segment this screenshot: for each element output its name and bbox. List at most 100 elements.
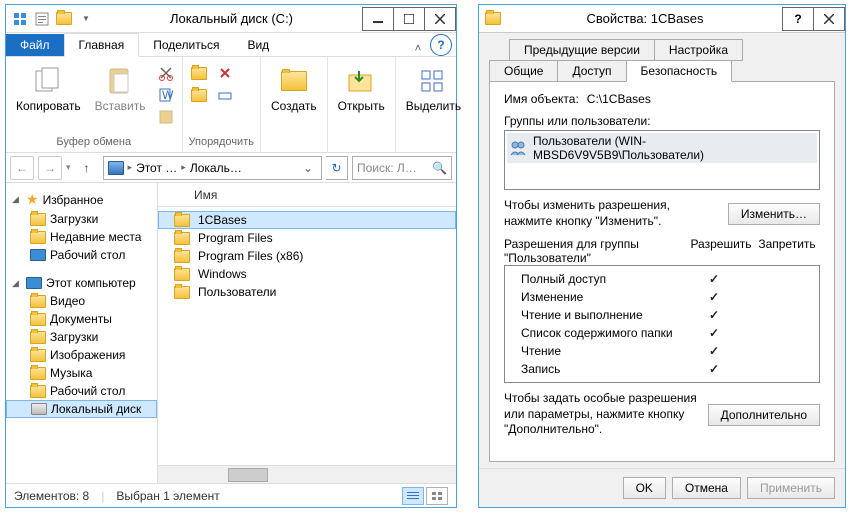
address-dropdown-icon[interactable]: ⌄ <box>299 161 317 175</box>
file-list-pane: Имя 1CBases Program Files Program Files … <box>158 183 456 483</box>
breadcrumb[interactable]: ▸ Этот … ▸ Локаль… ⌄ <box>103 156 322 180</box>
paste-button[interactable]: Вставить <box>91 63 150 115</box>
cut-icon[interactable] <box>156 63 176 83</box>
pc-icon <box>26 277 42 289</box>
properties-dialog: Свойства: 1CBases ? Предыдущие версии На… <box>478 4 846 508</box>
file-list[interactable]: 1CBases Program Files Program Files (x86… <box>158 207 456 465</box>
column-header-name[interactable]: Имя <box>158 183 456 207</box>
nav-favorites-header[interactable]: ◢★Избранное <box>6 189 157 210</box>
open-button[interactable]: Открыть <box>334 63 389 115</box>
user-entry[interactable]: Пользователи (WIN-MBSD6V9V5B9\Пользовате… <box>507 133 817 163</box>
folder-icon <box>30 349 46 362</box>
nav-recent[interactable]: Недавние места <box>6 228 157 246</box>
users-listbox[interactable]: Пользователи (WIN-MBSD6V9V5B9\Пользовате… <box>504 130 820 190</box>
copyto-icon[interactable] <box>189 85 209 105</box>
nav-downloads[interactable]: Загрузки <box>6 210 157 228</box>
nav-desktop[interactable]: Рабочий стол <box>6 246 157 264</box>
crumb-root[interactable]: Этот … <box>136 161 177 175</box>
paste-label: Вставить <box>95 99 146 113</box>
view-details-button[interactable] <box>402 487 424 505</box>
tab-sharing[interactable]: Доступ <box>557 60 626 82</box>
permission-row: Полный доступ <box>511 270 813 288</box>
horizontal-scrollbar[interactable] <box>158 465 456 483</box>
user-entry-label: Пользователи (WIN-MBSD6V9V5B9\Пользовате… <box>533 134 815 162</box>
minimize-button[interactable] <box>362 7 394 31</box>
nav-pictures[interactable]: Изображения <box>6 346 157 364</box>
edit-hint: Чтобы изменить разрешения, нажмите кнопк… <box>504 198 720 229</box>
open-label: Открыть <box>338 99 385 113</box>
ribbon-collapse-icon[interactable]: ˄ <box>410 40 426 56</box>
crumb-current[interactable]: Локаль… <box>190 161 242 175</box>
check-icon <box>709 344 719 358</box>
select-label: Выделить <box>406 99 461 113</box>
qat-properties-icon[interactable] <box>32 9 52 29</box>
tab-general[interactable]: Общие <box>489 60 558 82</box>
permissions-list[interactable]: Полный доступ Изменение Чтение и выполне… <box>504 265 820 383</box>
permission-row: Список содержимого папки <box>511 324 813 342</box>
search-icon: 🔍 <box>432 161 447 175</box>
nav-music[interactable]: Музыка <box>6 364 157 382</box>
folder-icon <box>174 232 190 245</box>
rename-icon[interactable] <box>215 85 235 105</box>
ribbon-tabs: Файл Главная Поделиться Вид ˄ ? <box>6 33 456 57</box>
view-icons-button[interactable] <box>426 487 448 505</box>
close-button[interactable] <box>424 7 456 31</box>
copy-button[interactable]: Копировать <box>12 63 85 115</box>
nav-thispc-header[interactable]: ◢Этот компьютер <box>6 274 157 292</box>
nav-documents[interactable]: Документы <box>6 310 157 328</box>
dialog-help-button[interactable]: ? <box>782 7 814 31</box>
edit-permissions-button[interactable]: Изменить… <box>728 203 820 225</box>
address-bar: ← → ▾ ↑ ▸ Этот … ▸ Локаль… ⌄ ↻ Поиск: Л…… <box>6 153 456 183</box>
qat-dropdown-icon[interactable]: ▼ <box>76 9 96 29</box>
navigation-pane: ◢★Избранное Загрузки Недавние места Рабо… <box>6 183 158 483</box>
desktop-icon <box>30 249 46 261</box>
file-row[interactable]: Windows <box>158 265 456 283</box>
folder-icon <box>30 385 46 398</box>
paste-shortcut-icon[interactable] <box>156 107 176 127</box>
delete-icon[interactable] <box>215 63 235 83</box>
folder-icon <box>30 313 46 326</box>
file-row[interactable]: Program Files <box>158 229 456 247</box>
nav-localdisk[interactable]: Локальный диск <box>6 400 157 418</box>
nav-videos[interactable]: Видео <box>6 292 157 310</box>
tree-collapse-icon[interactable]: ◢ <box>12 194 22 205</box>
maximize-button[interactable] <box>393 7 425 31</box>
folder-icon <box>30 367 46 380</box>
apply-button[interactable]: Применить <box>747 477 835 499</box>
permissions-for-label: Разрешения для группы "Пользователи" <box>504 237 688 265</box>
status-bar: Элементов: 8 | Выбран 1 элемент <box>6 483 456 507</box>
permission-row: Запись <box>511 360 813 378</box>
help-icon[interactable]: ? <box>430 34 452 56</box>
tab-previous-versions[interactable]: Предыдущие версии <box>509 39 655 61</box>
tab-share[interactable]: Поделиться <box>139 34 233 56</box>
tab-file[interactable]: Файл <box>6 34 64 56</box>
file-row[interactable]: Program Files (x86) <box>158 247 456 265</box>
search-input[interactable]: Поиск: Л… 🔍 <box>352 156 452 180</box>
refresh-button[interactable]: ↻ <box>326 156 348 180</box>
chevron-right-icon: ▸ <box>128 162 133 173</box>
file-row[interactable]: 1CBases <box>158 211 456 229</box>
select-button[interactable]: Выделить <box>402 63 465 115</box>
qat-newfolder-icon[interactable] <box>54 9 74 29</box>
nav-desktop2[interactable]: Рабочий стол <box>6 382 157 400</box>
copypath-icon[interactable]: W <box>156 85 176 105</box>
newfolder-button[interactable]: Создать <box>267 63 321 115</box>
folder-icon <box>30 295 46 308</box>
tab-security[interactable]: Безопасность <box>626 60 733 82</box>
nav-forward-button[interactable]: → <box>38 156 62 180</box>
tab-home[interactable]: Главная <box>64 33 140 57</box>
ok-button[interactable]: OK <box>623 477 666 499</box>
moveto-icon[interactable] <box>189 63 209 83</box>
nav-history-dropdown[interactable]: ▾ <box>66 162 71 173</box>
nav-downloads2[interactable]: Загрузки <box>6 328 157 346</box>
nav-back-button[interactable]: ← <box>10 156 34 180</box>
tab-view[interactable]: Вид <box>233 34 283 56</box>
dialog-close-button[interactable] <box>813 7 845 31</box>
cancel-button[interactable]: Отмена <box>672 477 741 499</box>
tree-collapse-icon[interactable]: ◢ <box>12 278 22 289</box>
advanced-button[interactable]: Дополнительно <box>708 404 820 426</box>
file-row[interactable]: Пользователи <box>158 283 456 301</box>
tab-customize[interactable]: Настройка <box>654 39 743 61</box>
nav-up-button[interactable]: ↑ <box>75 156 99 180</box>
scrollbar-thumb[interactable] <box>228 468 268 482</box>
